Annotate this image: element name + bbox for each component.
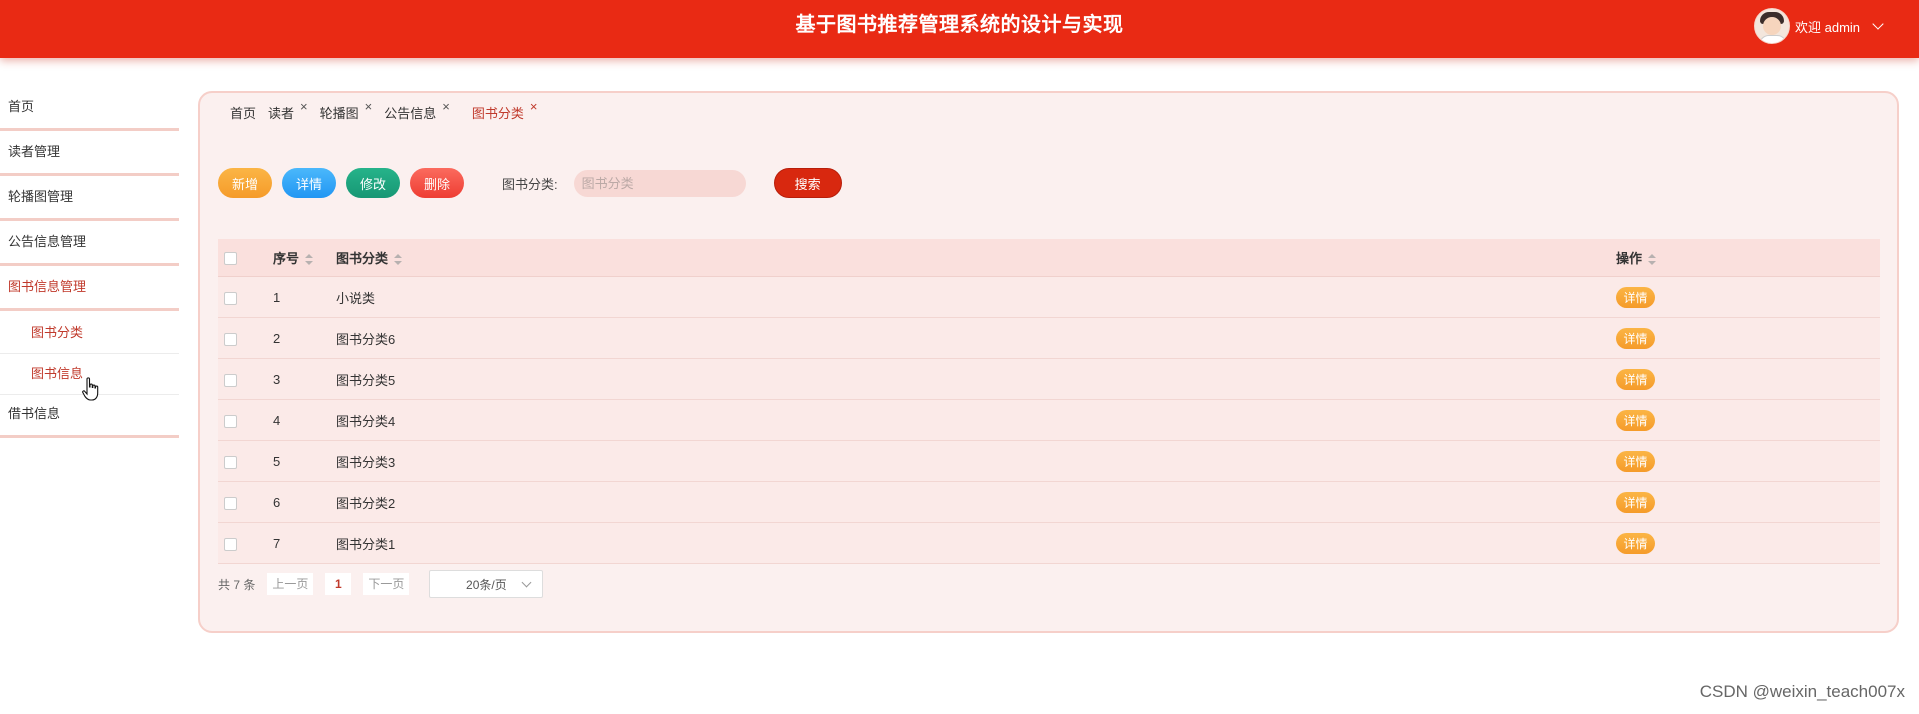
row-checkbox[interactable] — [224, 496, 237, 510]
tab-notices[interactable]: 公告信息 × — [384, 99, 450, 122]
header-index[interactable]: 序号 — [273, 251, 299, 266]
user-menu[interactable]: 欢迎 admin — [1754, 8, 1884, 44]
row-detail-button[interactable]: 详情 — [1616, 532, 1655, 554]
delete-button[interactable]: 删除 — [410, 168, 464, 198]
row-detail-button[interactable]: 详情 — [1616, 491, 1655, 513]
tab-carousel[interactable]: 轮播图 × — [320, 99, 373, 122]
row-detail-button[interactable]: 详情 — [1616, 450, 1655, 472]
sidebar-item-readers[interactable]: 读者管理 — [0, 133, 179, 176]
row-index: 6 — [273, 494, 281, 510]
detail-button[interactable]: 详情 — [282, 168, 336, 198]
top-header: 基于图书推荐管理系统的设计与实现 欢迎 admin — [0, 0, 1919, 58]
pagination: 共 7 条 上一页 1 下一页 20条/页 — [218, 570, 544, 598]
row-category: 图书分类5 — [336, 372, 396, 388]
submenu-item-book-category[interactable]: 图书分类 — [0, 313, 179, 354]
row-category: 图书分类6 — [336, 331, 396, 347]
row-category: 小说类 — [336, 290, 376, 306]
row-checkbox[interactable] — [224, 414, 237, 428]
sidebar-item-carousel[interactable]: 轮播图管理 — [0, 178, 179, 221]
category-table: 序号 图书分类 操作 1 小说类 详情 2 图书分类6 详情 3 图书分类5 详… — [218, 239, 1880, 564]
tab-label[interactable]: 首页 — [230, 103, 256, 122]
add-button[interactable]: 新增 — [218, 168, 272, 198]
hand-cursor-icon — [82, 377, 99, 401]
total-count: 共 7 条 — [218, 577, 256, 592]
table-header: 序号 图书分类 操作 — [218, 239, 1880, 277]
tab-book-category[interactable]: 图书分类 × — [472, 99, 538, 122]
next-page-button[interactable]: 下一页 — [363, 573, 410, 595]
row-detail-button[interactable]: 详情 — [1616, 286, 1655, 308]
sort-icon[interactable] — [1648, 253, 1657, 266]
table-row[interactable]: 5 图书分类3 详情 — [218, 441, 1880, 482]
row-checkbox[interactable] — [224, 291, 237, 305]
current-page[interactable]: 1 — [325, 573, 352, 595]
prev-page-button[interactable]: 上一页 — [267, 573, 314, 595]
row-index: 7 — [273, 535, 281, 551]
row-detail-button[interactable]: 详情 — [1616, 409, 1655, 431]
table-row[interactable]: 4 图书分类4 详情 — [218, 400, 1880, 441]
edit-button[interactable]: 修改 — [346, 168, 400, 198]
row-category: 图书分类4 — [336, 413, 396, 429]
table-row[interactable]: 3 图书分类5 详情 — [218, 359, 1880, 400]
app-title: 基于图书推荐管理系统的设计与实现 — [795, 14, 1124, 36]
select-all-checkbox[interactable] — [224, 252, 237, 266]
page-size-value[interactable]: 20条/页 — [466, 576, 507, 593]
chevron-down-icon[interactable] — [521, 577, 532, 588]
sidebar-item-notices[interactable]: 公告信息管理 — [0, 223, 179, 266]
search-button[interactable]: 搜索 — [773, 168, 842, 198]
page-size-select[interactable]: 20条/页 — [429, 570, 544, 598]
row-detail-button[interactable]: 详情 — [1616, 327, 1655, 349]
table-row[interactable]: 2 图书分类6 详情 — [218, 318, 1880, 359]
row-category: 图书分类1 — [336, 536, 396, 552]
tab-label[interactable]: 公告信息 — [384, 103, 436, 122]
close-icon[interactable]: × — [365, 99, 373, 114]
row-checkbox[interactable] — [224, 455, 237, 469]
header-ops[interactable]: 操作 — [1616, 251, 1642, 266]
row-index: 2 — [273, 330, 281, 346]
table-row[interactable]: 1 小说类 详情 — [218, 277, 1880, 318]
row-index: 1 — [273, 289, 281, 305]
table-row[interactable]: 7 图书分类1 详情 — [218, 523, 1880, 564]
row-index: 3 — [273, 371, 281, 387]
header-category[interactable]: 图书分类 — [336, 251, 388, 266]
welcome-text[interactable]: 欢迎 admin — [1795, 17, 1860, 36]
row-index: 4 — [273, 412, 281, 428]
row-checkbox[interactable] — [224, 332, 237, 346]
tab-label[interactable]: 轮播图 — [320, 103, 359, 122]
row-detail-button[interactable]: 详情 — [1616, 368, 1655, 390]
toolbar: 新增 详情 修改 删除 图书分类: 搜索 — [218, 168, 842, 198]
sidebar-item-borrow[interactable]: 借书信息 — [0, 395, 179, 438]
sidebar-item-books[interactable]: 图书信息管理 — [0, 268, 179, 311]
sort-icon[interactable] — [305, 253, 314, 266]
close-icon[interactable]: × — [300, 99, 308, 114]
row-category: 图书分类3 — [336, 454, 396, 470]
table-row[interactable]: 6 图书分类2 详情 — [218, 482, 1880, 523]
tab-bar: 首页 读者 × 轮播图 × 公告信息 × 图书分类 × — [230, 99, 549, 122]
avatar[interactable] — [1754, 8, 1790, 44]
chevron-down-icon[interactable] — [1872, 18, 1884, 30]
sidebar-item-home[interactable]: 首页 — [0, 88, 179, 131]
category-search-input[interactable] — [573, 169, 746, 197]
close-icon[interactable]: × — [442, 99, 450, 114]
tab-label[interactable]: 读者 — [268, 103, 294, 122]
tab-label[interactable]: 图书分类 — [472, 103, 524, 122]
row-checkbox[interactable] — [224, 537, 237, 551]
main-panel: 首页 读者 × 轮播图 × 公告信息 × 图书分类 × 新增 详情 修改 删除 … — [198, 91, 1899, 633]
watermark: CSDN @weixin_teach007x — [1699, 682, 1905, 701]
row-index: 5 — [273, 453, 281, 469]
row-category: 图书分类2 — [336, 495, 396, 511]
filter-label: 图书分类: — [502, 176, 558, 192]
tab-readers[interactable]: 读者 × — [268, 99, 308, 122]
row-checkbox[interactable] — [224, 373, 237, 387]
tab-home[interactable]: 首页 — [230, 103, 256, 122]
sort-icon[interactable] — [394, 253, 403, 266]
close-icon[interactable]: × — [530, 99, 538, 114]
